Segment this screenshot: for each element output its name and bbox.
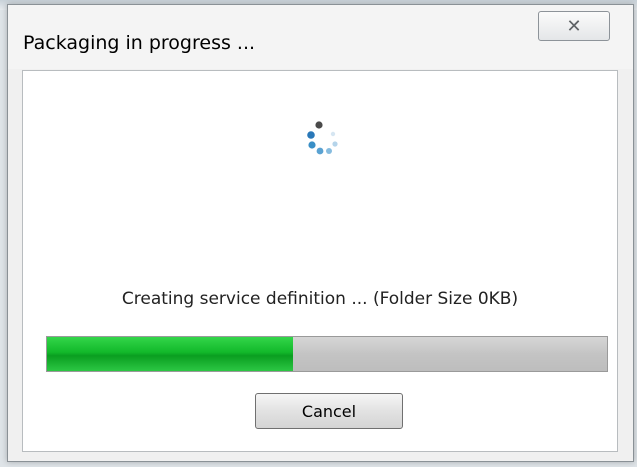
status-message: Creating service definition ... (Folder … xyxy=(121,289,519,309)
dialog-content: Creating service definition ... (Folder … xyxy=(22,70,618,452)
title-bar[interactable]: Packaging in progress ... ✕ xyxy=(8,5,633,69)
loading-spinner-icon xyxy=(307,121,338,155)
close-icon: ✕ xyxy=(566,15,582,37)
cancel-button[interactable]: Cancel xyxy=(255,393,403,429)
close-button[interactable]: ✕ xyxy=(538,11,610,41)
window-title: Packaging in progress ... xyxy=(23,32,256,54)
progress-bar-fill xyxy=(47,337,294,371)
progress-bar xyxy=(46,336,608,372)
packaging-dialog: Packaging in progress ... ✕ Creating ser… xyxy=(7,4,634,462)
